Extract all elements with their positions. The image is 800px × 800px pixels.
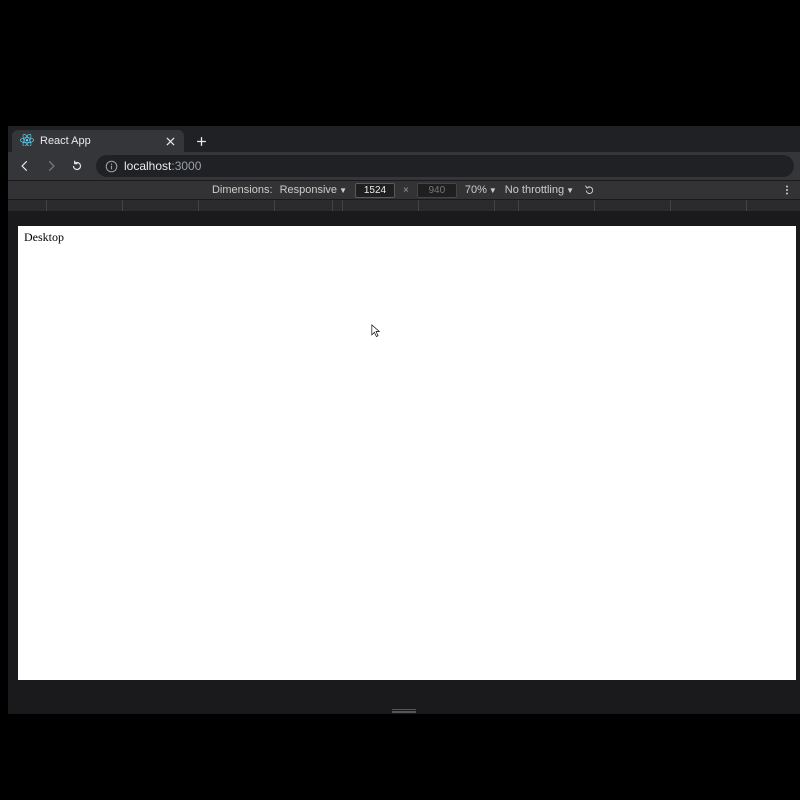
ruler [8,200,800,212]
new-tab-button[interactable] [190,130,212,152]
back-button[interactable] [14,155,36,177]
dimensions-label: Dimensions: [212,184,273,196]
reload-button[interactable] [66,155,88,177]
react-favicon-icon [20,134,34,148]
close-tab-icon[interactable] [164,135,176,147]
dimensions-dropdown[interactable]: Dimensions: Responsive ▼ [212,184,347,196]
throttling-value: No throttling [505,184,564,196]
dimensions-mode: Responsive [280,184,337,196]
page-content[interactable]: Desktop [18,226,796,680]
zoom-dropdown[interactable]: 70% ▼ [465,184,497,196]
dimension-separator: × [403,185,409,196]
address-bar[interactable]: localhost:3000 [96,155,794,177]
url-text: localhost:3000 [124,159,201,173]
viewport-area: Desktop [8,212,800,714]
forward-button[interactable] [40,155,62,177]
device-toolbar: Dimensions: Responsive ▼ × 70% ▼ No thro… [8,180,800,200]
chevron-down-icon: ▼ [566,186,574,195]
throttling-dropdown[interactable]: No throttling ▼ [505,184,574,196]
tab-strip: React App [8,126,800,152]
site-info-icon[interactable] [104,159,118,173]
width-input[interactable] [355,183,395,198]
height-input[interactable] [417,183,457,198]
device-toolbar-menu-icon[interactable] [780,183,794,197]
chevron-down-icon: ▼ [489,186,497,195]
browser-tab[interactable]: React App [12,130,184,152]
toolbar: localhost:3000 [8,152,800,180]
tab-title: React App [40,135,158,147]
rotate-button[interactable] [582,183,596,197]
page-text: Desktop [24,230,64,244]
url-port: :3000 [171,159,201,173]
chevron-down-icon: ▼ [339,186,347,195]
cursor-icon [371,324,381,338]
browser-window: React App localhost:3000 [8,126,800,714]
zoom-value: 70% [465,184,487,196]
url-host: localhost [124,159,171,173]
drag-handle-icon[interactable] [392,709,416,713]
